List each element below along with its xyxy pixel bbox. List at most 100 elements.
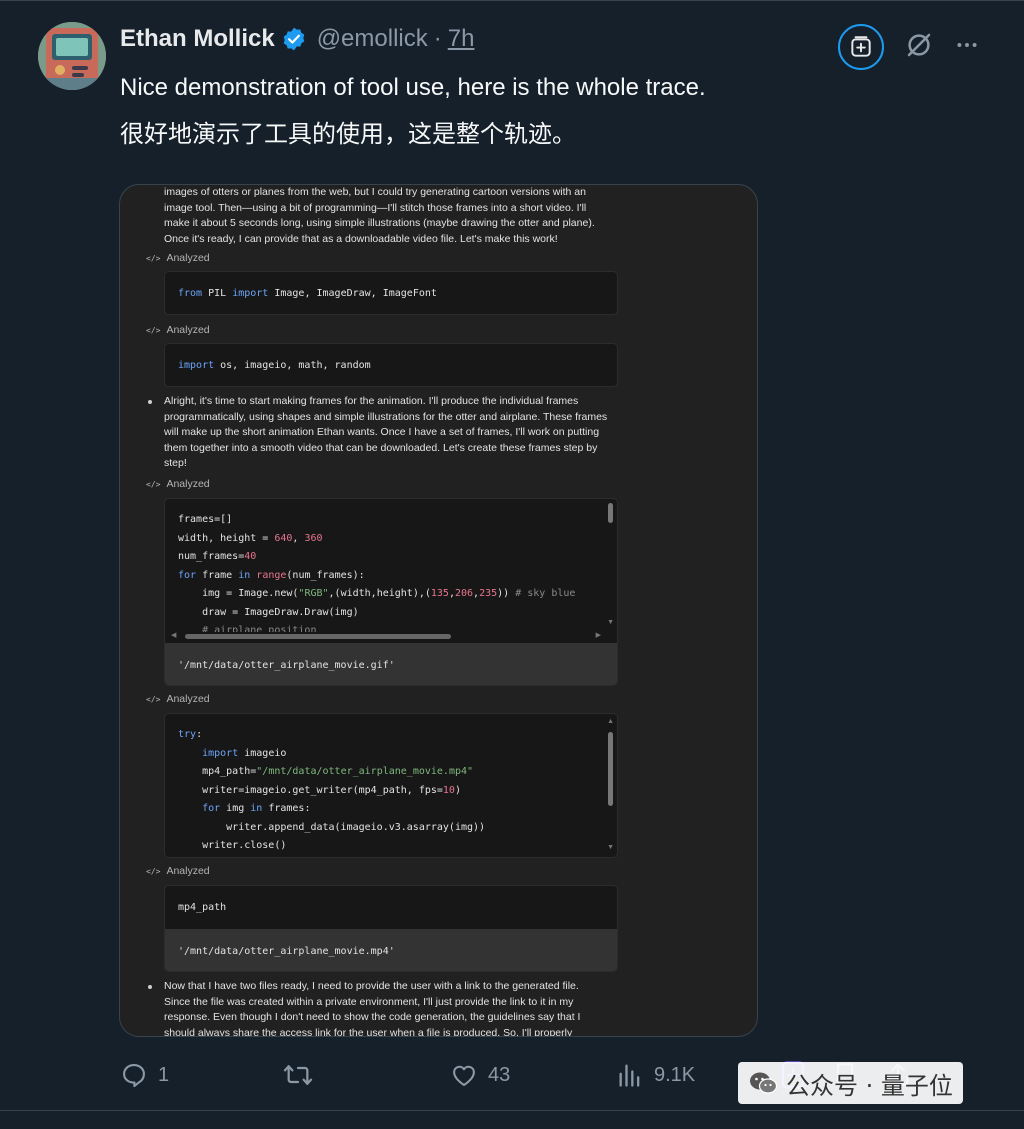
code-token: for <box>202 803 221 814</box>
code-token: 135 <box>430 588 449 599</box>
horizontal-scrollbar[interactable] <box>185 634 451 639</box>
retweet-icon <box>283 1065 313 1085</box>
analyzed-text: Analyzed <box>166 693 210 705</box>
code-line: import imageio <box>165 745 617 764</box>
analyzed-text: Analyzed <box>166 324 210 336</box>
trace-line: will make up the short animation Ethan w… <box>164 426 600 438</box>
code-token: from <box>178 288 203 299</box>
views-button[interactable]: 9.1K <box>616 1058 695 1092</box>
code-token: 640 <box>274 532 293 544</box>
trace-line: images of otters or planes from the web,… <box>164 186 586 198</box>
post-time[interactable]: 7h <box>448 25 475 53</box>
code-token: import <box>178 360 215 371</box>
code-line: from PIL import Image, ImageDraw, ImageF… <box>165 272 617 314</box>
add-icon <box>851 36 871 57</box>
vertical-scrollbar[interactable] <box>608 732 613 806</box>
code-token: os, imageio, math, random <box>214 360 371 371</box>
top-actions <box>838 24 980 70</box>
bullet-dot <box>148 400 152 404</box>
code-token: 10 <box>442 784 455 796</box>
code-line: writer=imageio.get_writer(mp4_path, fps=… <box>165 782 617 801</box>
code-token: ) <box>454 784 461 796</box>
scroll-down-arrow[interactable]: ▼ <box>607 619 614 626</box>
author-name[interactable]: Ethan Mollick <box>120 25 275 53</box>
code-line: frames=[] <box>178 514 233 525</box>
code-token: # sky blue <box>515 588 576 599</box>
code-line: mp4_path="/mnt/data/otter_airplane_movie… <box>165 763 617 782</box>
scroll-left-arrow[interactable]: ◀ <box>171 631 176 639</box>
code-token: 40 <box>244 551 257 562</box>
author-handle[interactable]: @emollick <box>317 25 428 53</box>
reply-count: 1 <box>158 1063 170 1086</box>
vertical-scrollbar[interactable] <box>608 503 613 523</box>
code-token: writer=imageio.get_writer(mp4_path, fps= <box>178 784 443 796</box>
grok-icon[interactable] <box>904 30 934 65</box>
trace-line: Since the file was created within a priv… <box>164 995 574 1008</box>
scroll-down-arrow[interactable]: ▼ <box>607 844 614 851</box>
tweet-text-zh: 很好地演示了工具的使用，这是整个轨迹。 <box>120 120 576 148</box>
code-line: try: <box>165 726 617 745</box>
code-token: Image, ImageDraw, ImageFont <box>268 288 437 299</box>
code-token: "/mnt/data/otter_airplane_movie.mp4" <box>256 766 474 777</box>
trace-line: should always share the access link for … <box>164 1026 573 1037</box>
code-icon: </> <box>146 325 161 335</box>
trace-paragraph-2: Alright, it's time to start making frame… <box>164 394 624 472</box>
like-button[interactable]: 43 <box>450 1058 510 1092</box>
trace-line: Alright, it's time to start making frame… <box>164 395 579 407</box>
code-block-1[interactable]: from PIL import Image, ImageDraw, ImageF… <box>164 271 618 315</box>
add-to-list-button[interactable] <box>838 24 884 70</box>
more-icon[interactable] <box>954 32 980 63</box>
trace-line: them together into a smooth video that c… <box>164 441 598 454</box>
trace-line: make it about 5 seconds long, using simp… <box>164 217 595 229</box>
trace-paragraph-3: Now that I have two files ready, I need … <box>164 979 624 1037</box>
trace-line: Once it's ready, I can provide that as a… <box>164 232 558 245</box>
trace-content: images of otters or planes from the web,… <box>120 185 757 1036</box>
media-image[interactable]: images of otters or planes from the web,… <box>119 184 758 1037</box>
views-icon <box>619 1064 640 1087</box>
analyzed-label[interactable]: </> Analyzed <box>146 693 210 705</box>
code-token: for <box>178 569 197 581</box>
code-line: img = Image.new("RGB",(width,height),(13… <box>165 585 617 604</box>
trace-line: Now that I have two files ready, I need … <box>164 980 579 992</box>
trace-line: programmatically, using shapes and simpl… <box>164 410 608 423</box>
bottom-divider <box>0 1110 1024 1111</box>
retweet-button[interactable] <box>282 1058 314 1092</box>
code-token: ,(width,height),( <box>328 588 431 599</box>
code-token: in <box>250 803 263 814</box>
reply-button[interactable]: 1 <box>120 1058 169 1092</box>
reply-icon <box>123 1064 145 1088</box>
analyzed-text: Analyzed <box>166 252 210 264</box>
analyzed-label[interactable]: </> Analyzed <box>146 324 210 336</box>
analyzed-text: Analyzed <box>166 865 210 877</box>
code-token: imageio <box>238 747 287 759</box>
code-block-4[interactable]: try: import imageio mp4_path="/mnt/data/… <box>164 713 618 858</box>
trace-line: image tool. Then—using a bit of programm… <box>164 201 587 214</box>
analyzed-label[interactable]: </> Analyzed <box>146 252 210 264</box>
trace-line: step! <box>164 457 187 469</box>
scroll-right-arrow[interactable]: ▶ <box>596 631 601 639</box>
trace-paragraph-1: images of otters or planes from the web,… <box>164 185 624 247</box>
avatar[interactable] <box>38 22 106 90</box>
code-icon: </> <box>146 253 161 263</box>
code-token: import <box>232 288 269 299</box>
analyzed-label[interactable]: </> Analyzed <box>146 478 210 490</box>
code-token: import <box>202 747 239 759</box>
code-token: try <box>178 729 197 740</box>
code-line: writer.append_data(imageio.v3.asarray(im… <box>178 821 486 833</box>
analyzed-label[interactable]: </> Analyzed <box>146 865 210 877</box>
wechat-icon <box>750 1072 778 1094</box>
bullet-dot <box>148 985 152 989</box>
scroll-up-arrow[interactable]: ▲ <box>607 718 614 725</box>
code-block-2[interactable]: import os, imageio, math, random <box>164 343 618 387</box>
code-token: (num_frames): <box>286 569 365 581</box>
code-block-3[interactable]: frames=[] width, height = 640, 360 num_f… <box>164 498 618 686</box>
code-token: : <box>196 729 203 740</box>
code-token: range <box>256 569 287 581</box>
code-token: frames: <box>262 803 311 814</box>
code-block-5[interactable]: mp4_path '/mnt/data/otter_airplane_movie… <box>164 885 618 972</box>
code-area[interactable]: try: import imageio mp4_path="/mnt/data/… <box>165 714 617 857</box>
code-area[interactable]: frames=[] width, height = 640, 360 num_f… <box>165 499 617 643</box>
code-line: import os, imageio, math, random <box>165 344 617 386</box>
